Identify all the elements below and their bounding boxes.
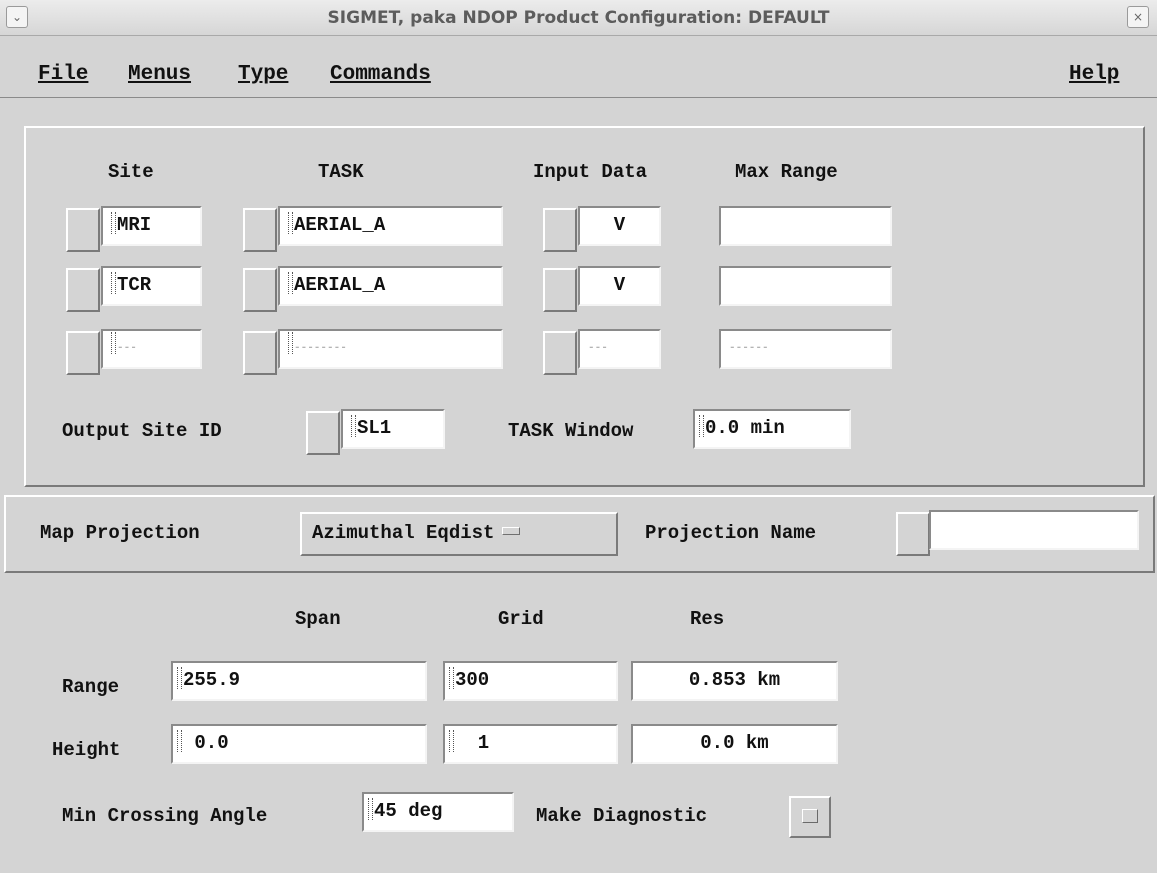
text-cursor xyxy=(288,212,293,234)
map-projection-value: Azimuthal Eqdist xyxy=(312,522,495,544)
window-title: SIGMET, paka NDOP Product Configuration:… xyxy=(327,8,830,28)
range-span-field[interactable]: 255.9 xyxy=(171,661,427,701)
site-1-field[interactable]: MRI xyxy=(101,206,202,246)
input-3-select-button[interactable] xyxy=(543,331,577,375)
menu-help[interactable]: Help xyxy=(1069,62,1119,88)
res-header: Res xyxy=(690,608,725,630)
task-window-field[interactable]: 0.0 min xyxy=(693,409,851,449)
task-2-field[interactable]: AERIAL_A xyxy=(278,266,503,306)
range-grid-value: 300 xyxy=(455,669,490,691)
projection-name-field[interactable] xyxy=(929,510,1139,550)
text-cursor xyxy=(111,212,116,234)
min-crossing-angle-field[interactable]: 45 deg xyxy=(362,792,514,832)
site-2-value: TCR xyxy=(117,274,152,296)
input-1-select-button[interactable] xyxy=(543,208,577,252)
site-3-select-button[interactable] xyxy=(66,331,100,375)
make-diagnostic-label: Make Diagnostic xyxy=(536,805,708,827)
menu-file[interactable]: File xyxy=(38,62,88,88)
site-2-select-button[interactable] xyxy=(66,268,100,312)
min-crossing-angle-value: 45 deg xyxy=(374,800,443,822)
projection-name-select-button[interactable] xyxy=(896,512,930,556)
text-cursor xyxy=(177,730,182,752)
input-1-field[interactable]: V xyxy=(578,206,661,246)
text-cursor xyxy=(177,667,182,689)
max-range-2-field[interactable] xyxy=(719,266,892,306)
task-1-field[interactable]: AERIAL_A xyxy=(278,206,503,246)
menu-file-label: File xyxy=(38,63,89,86)
input-3-field[interactable]: --- xyxy=(578,329,661,369)
task-2-value: AERIAL_A xyxy=(294,274,386,296)
output-site-id-field[interactable]: SL1 xyxy=(341,409,445,449)
height-grid-field[interactable]: 1 xyxy=(443,724,618,764)
make-diagnostic-toggle[interactable] xyxy=(789,796,831,838)
task-3-field[interactable]: -------- xyxy=(278,329,503,369)
task-3-value: -------- xyxy=(294,342,347,354)
text-cursor xyxy=(288,332,293,354)
task-2-select-button[interactable] xyxy=(243,268,277,312)
text-cursor xyxy=(288,272,293,294)
task-header: TASK xyxy=(318,161,364,183)
output-site-id-value: SL1 xyxy=(357,417,392,439)
height-res-field: 0.0 km xyxy=(631,724,838,764)
menu-menus[interactable]: Menus xyxy=(128,62,191,88)
text-cursor xyxy=(449,730,454,752)
max-range-1-field[interactable] xyxy=(719,206,892,246)
menu-commands[interactable]: Commands xyxy=(330,62,431,88)
input-2-select-button[interactable] xyxy=(543,268,577,312)
map-projection-dropdown[interactable]: Azimuthal Eqdist xyxy=(300,512,618,556)
height-grid-value: 1 xyxy=(455,732,490,754)
range-span-value: 255.9 xyxy=(183,669,241,691)
range-label: Range xyxy=(62,676,120,698)
output-site-select-button[interactable] xyxy=(306,411,340,455)
text-cursor xyxy=(368,798,373,820)
site-header: Site xyxy=(108,161,154,183)
output-site-id-label: Output Site ID xyxy=(62,420,222,442)
task-1-select-button[interactable] xyxy=(243,208,277,252)
min-crossing-angle-label: Min Crossing Angle xyxy=(62,805,268,827)
task-window-value: 0.0 min xyxy=(705,417,785,439)
height-span-value: 0.0 xyxy=(183,732,229,754)
max-range-header: Max Range xyxy=(735,161,838,183)
max-range-3-field[interactable]: ------ xyxy=(719,329,892,369)
site-3-field[interactable]: --- xyxy=(101,329,202,369)
grid-header: Grid xyxy=(498,608,544,630)
projection-name-label: Projection Name xyxy=(645,522,817,544)
text-cursor xyxy=(111,272,116,294)
range-res-field: 0.853 km xyxy=(631,661,838,701)
range-grid-field[interactable]: 300 xyxy=(443,661,618,701)
height-label: Height xyxy=(52,739,121,761)
text-cursor xyxy=(699,415,704,437)
task-3-select-button[interactable] xyxy=(243,331,277,375)
site-1-value: MRI xyxy=(117,214,152,236)
close-icon[interactable]: × xyxy=(1127,6,1149,28)
menu-help-label: Help xyxy=(1069,63,1120,86)
task-window-label: TASK Window xyxy=(508,420,634,442)
site-2-field[interactable]: TCR xyxy=(101,266,202,306)
menu-menus-label: Menus xyxy=(128,63,192,86)
input-data-header: Input Data xyxy=(533,161,648,183)
menu-type[interactable]: Type xyxy=(238,62,288,88)
text-cursor xyxy=(449,667,454,689)
text-cursor xyxy=(111,332,116,354)
menu-commands-label: Commands xyxy=(330,63,431,86)
height-span-field[interactable]: 0.0 xyxy=(171,724,427,764)
task-1-value: AERIAL_A xyxy=(294,214,386,236)
map-projection-label: Map Projection xyxy=(40,522,200,544)
site-1-select-button[interactable] xyxy=(66,208,100,252)
span-header: Span xyxy=(295,608,341,630)
option-menu-indicator-icon xyxy=(502,527,521,535)
text-cursor xyxy=(351,415,356,437)
menu-type-label: Type xyxy=(238,63,289,86)
input-2-field[interactable]: V xyxy=(578,266,661,306)
toggle-indicator-icon xyxy=(802,809,818,823)
site-3-value: --- xyxy=(117,342,137,354)
